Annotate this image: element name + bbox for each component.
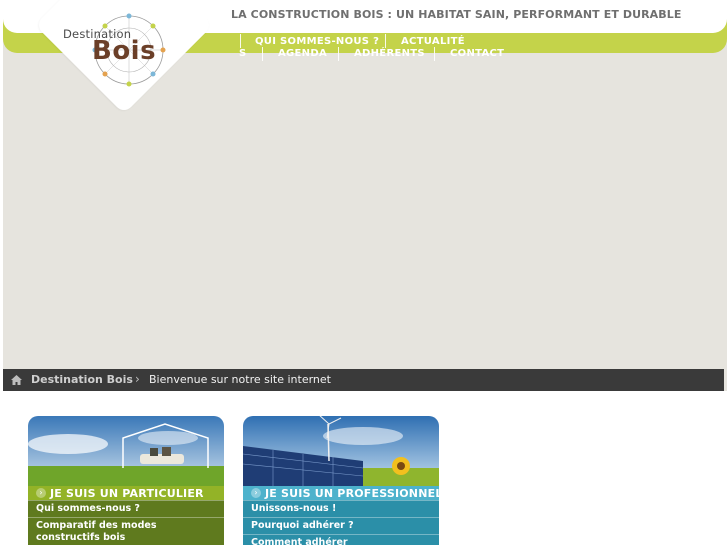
chevron-right-icon: › [135, 372, 140, 386]
breadcrumb-home-link[interactable]: Destination Bois [31, 373, 133, 386]
nav-qui-sommes-nous[interactable]: QUI SOMMES-NOUS ? [255, 36, 379, 47]
card-link[interactable]: Pourquoi adhérer ? [243, 517, 439, 534]
breadcrumb: Destination Bois › Bienvenue sur notre s… [3, 369, 724, 391]
nav-agenda[interactable]: AGENDA [278, 48, 327, 59]
card-professionnel-title: JE SUIS UN PROFESSIONNEL [265, 487, 439, 500]
breadcrumb-current: Bienvenue sur notre site internet [149, 373, 331, 386]
nav-adherents[interactable]: ADHÉRENTS [354, 48, 425, 59]
page: LA CONSTRUCTION BOIS : UN HABITAT SAIN, … [3, 0, 727, 545]
card-particulier-links: Qui sommes-nous ? Comparatif des modes c… [28, 500, 224, 545]
card-link[interactable]: Comment adhérer [243, 534, 439, 545]
card-link[interactable]: Comparatif des modes constructifs bois [28, 517, 224, 545]
nav-separator [262, 47, 263, 61]
content-area: › JE SUIS UN PARTICULIER Qui sommes-nous… [3, 391, 727, 545]
nav-actualites[interactable]: ACTUALITÉ [401, 36, 465, 47]
arrow-right-icon: › [36, 488, 46, 498]
card-particulier: › JE SUIS UN PARTICULIER Qui sommes-nous… [28, 416, 224, 545]
card-particulier-image[interactable] [28, 416, 224, 486]
card-link[interactable]: Unissons-nous ! [243, 500, 439, 517]
home-icon[interactable] [11, 375, 22, 385]
card-professionnel-header[interactable]: › JE SUIS UN PROFESSIONNEL [243, 486, 439, 500]
nav-separator [240, 34, 241, 48]
card-professionnel: › JE SUIS UN PROFESSIONNEL Unissons-nous… [243, 416, 439, 545]
nav-separator [434, 47, 435, 61]
arrow-right-icon: › [251, 488, 261, 498]
logo-text-bois: Bois [92, 36, 157, 66]
nav-separator [385, 34, 386, 48]
nav-separator [338, 47, 339, 61]
card-particulier-title: JE SUIS UN PARTICULIER [50, 487, 204, 500]
card-particulier-header[interactable]: › JE SUIS UN PARTICULIER [28, 486, 224, 500]
nav-actualites-wrap[interactable]: S [239, 48, 247, 59]
card-professionnel-image[interactable] [243, 416, 439, 486]
card-professionnel-links: Unissons-nous ! Pourquoi adhérer ? Comme… [243, 500, 439, 545]
card-link[interactable]: Qui sommes-nous ? [28, 500, 224, 517]
nav-contact[interactable]: CONTACT [450, 48, 504, 59]
site-tagline: LA CONSTRUCTION BOIS : UN HABITAT SAIN, … [231, 8, 682, 21]
